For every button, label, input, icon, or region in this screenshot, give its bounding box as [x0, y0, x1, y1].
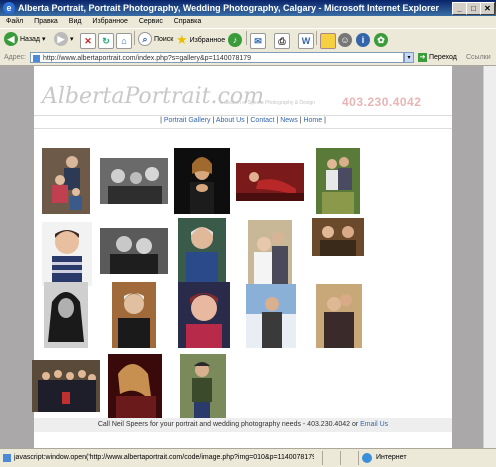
gallery-thumbnail[interactable]: [312, 218, 364, 256]
gallery-thumbnail[interactable]: [236, 163, 304, 201]
nav-about-us[interactable]: About Us: [216, 117, 245, 124]
vertical-scrollbar[interactable]: [483, 66, 496, 448]
edit-icon[interactable]: W: [298, 33, 314, 49]
discuss-icon[interactable]: i: [356, 33, 370, 47]
go-arrow-icon: ➔: [418, 52, 427, 62]
toolbar: ◀ Назад ▾ ▶ ▾ ✕ ↻ ⌂ ⌕ Поиск ★ Избранное …: [0, 28, 496, 52]
content-area: AlbertaPortrait.com a division of Speers…: [0, 66, 496, 448]
gallery-thumbnail[interactable]: [180, 354, 226, 420]
mail-icon[interactable]: ✉: [250, 33, 266, 49]
site-footer: Call Neil Speers for your portrait and w…: [34, 418, 452, 432]
folder-icon[interactable]: [320, 33, 336, 49]
search-button[interactable]: ⌕ Поиск: [138, 32, 173, 48]
address-dropdown-icon[interactable]: ▾: [404, 52, 414, 63]
footer-text: Call Neil Speers for your portrait and w…: [97, 421, 361, 428]
favorites-button[interactable]: ★ Избранное: [176, 32, 225, 48]
minimize-button[interactable]: _: [452, 2, 467, 15]
star-icon: ★: [176, 32, 188, 47]
forward-arrow-icon: ▶: [54, 32, 68, 47]
gallery-thumbnail[interactable]: [100, 158, 168, 204]
search-label: Поиск: [153, 36, 174, 43]
address-url: http://www.albertaportrait.com/index.php…: [43, 55, 252, 62]
menu-file[interactable]: Файл: [6, 18, 23, 25]
ie-icon: e: [3, 2, 15, 14]
home-icon[interactable]: ⌂: [116, 33, 132, 49]
favorites-label: Избранное: [189, 36, 226, 44]
gallery-thumbnail[interactable]: [32, 360, 100, 412]
gallery-thumbnail[interactable]: [42, 148, 90, 214]
menu-bar: Файл Правка Вид Избранное Сервис Справка: [0, 16, 496, 28]
status-bar: javascript:window.open('http://www.alber…: [0, 448, 496, 467]
menu-help[interactable]: Справка: [174, 18, 201, 25]
email-us-link[interactable]: Email Us: [360, 421, 388, 428]
nav-contact[interactable]: Contact: [250, 117, 274, 124]
forward-button[interactable]: ▶ ▾: [54, 32, 73, 48]
gallery-thumbnail[interactable]: [248, 220, 292, 284]
gallery-thumbnail[interactable]: [178, 218, 226, 284]
gallery-thumbnail[interactable]: [178, 282, 230, 348]
gallery-thumbnail[interactable]: [316, 284, 362, 348]
menu-view[interactable]: Вид: [69, 18, 82, 25]
gallery-thumbnail[interactable]: [108, 354, 162, 420]
gallery-thumbnail[interactable]: [44, 282, 88, 348]
back-button[interactable]: ◀ Назад ▾: [4, 32, 45, 48]
menu-tools[interactable]: Сервис: [139, 18, 163, 25]
menu-favorites[interactable]: Избранное: [92, 18, 127, 25]
zone-label: Интернет: [376, 454, 407, 461]
nav-home[interactable]: Home: [303, 117, 322, 124]
web-page: AlbertaPortrait.com a division of Speers…: [32, 66, 452, 448]
site-phone: 403.230.4042: [342, 95, 422, 109]
print-icon[interactable]: ⎙: [274, 33, 290, 49]
site-tagline: a division of Speers Photography & Desig…: [220, 100, 316, 106]
gallery-thumbnail[interactable]: [174, 148, 230, 214]
address-input[interactable]: http://www.albertaportrait.com/index.php…: [30, 52, 404, 63]
gallery-thumbnail[interactable]: [42, 222, 92, 286]
messenger-icon[interactable]: ☺: [338, 33, 352, 47]
page-icon: [3, 454, 11, 462]
gallery-thumbnail[interactable]: [316, 148, 360, 214]
status-text: javascript:window.open('http://www.alber…: [14, 454, 314, 461]
internet-zone-icon: [362, 453, 372, 463]
refresh-icon[interactable]: ↻: [98, 33, 114, 49]
site-nav: | Portrait Gallery | About Us | Contact …: [160, 117, 326, 124]
go-label: Переход: [429, 54, 457, 61]
nav-portrait-gallery[interactable]: Portrait Gallery: [164, 117, 211, 124]
page-icon: [33, 55, 40, 62]
stop-icon[interactable]: ✕: [80, 33, 96, 49]
gallery-thumbnail[interactable]: [100, 228, 168, 274]
title-bar: e Alberta Portrait, Portrait Photography…: [0, 0, 496, 16]
site-header: AlbertaPortrait.com a division of Speers…: [34, 66, 452, 116]
media-icon[interactable]: ♪: [228, 33, 242, 47]
address-bar: Адрес: http://www.albertaportrait.com/in…: [0, 51, 496, 66]
close-button[interactable]: ✕: [480, 2, 495, 15]
links-button[interactable]: Ссылки: [466, 51, 491, 65]
gallery-thumbnail[interactable]: [112, 282, 156, 348]
divider: [34, 115, 452, 116]
search-icon: ⌕: [138, 32, 152, 47]
nav-news[interactable]: News: [280, 117, 298, 124]
divider: [34, 128, 452, 129]
address-label: Адрес:: [4, 54, 26, 61]
back-arrow-icon: ◀: [4, 32, 18, 47]
back-label: Назад: [19, 36, 41, 43]
go-button[interactable]: ➔ Переход: [418, 51, 457, 65]
maximize-button[interactable]: □: [466, 2, 481, 15]
gallery-thumbnail[interactable]: [246, 284, 296, 348]
research-icon[interactable]: ✿: [374, 33, 388, 47]
window-title: Alberta Portrait, Portrait Photography, …: [18, 3, 440, 13]
menu-edit[interactable]: Правка: [34, 18, 58, 25]
